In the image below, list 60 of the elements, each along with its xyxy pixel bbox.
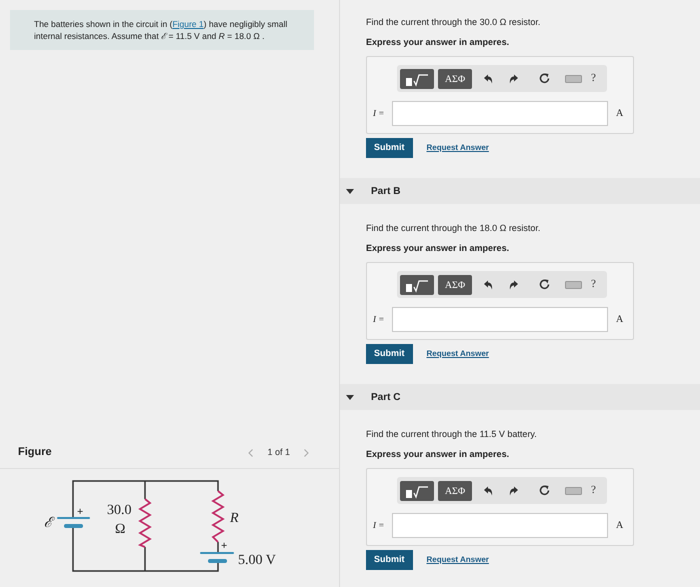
redo-icon[interactable] [509, 74, 519, 84]
resistor-label: R [230, 511, 239, 526]
template-button[interactable] [400, 480, 434, 500]
part-title: Part B [371, 184, 400, 198]
intro-text: The batteries shown in the circuit in (Figure 1) have negligibly small internal resistances. Assume that ℰ = 11.5 V and R = 18.0 Ω . [34, 18, 288, 42]
reset-icon[interactable] [539, 485, 550, 496]
figure-link[interactable]: Figure 1 [172, 19, 204, 29]
help-button[interactable]: ? [591, 276, 596, 293]
part-header[interactable]: Part C [340, 384, 700, 410]
page-counter: 1 of 1 [267, 446, 290, 459]
question-text: Find the current through the 18.0 Ω resistor. [366, 222, 542, 235]
undo-icon[interactable] [483, 74, 493, 84]
symbols-button[interactable]: ΑΣΦ [438, 274, 472, 294]
template-button[interactable] [400, 68, 434, 88]
answer-field[interactable] [392, 101, 608, 126]
redo-icon[interactable] [509, 486, 519, 496]
radical-icon [405, 484, 429, 498]
instruction-text: Express your answer in amperes. [366, 448, 510, 461]
plus-sign: + [221, 540, 228, 552]
unit-label: A [616, 107, 624, 121]
figure-title: Figure [18, 445, 52, 460]
question-text: Find the current through the 11.5 V battery. [366, 428, 538, 441]
part-header[interactable]: Part B [340, 178, 700, 204]
battery-symbol [57, 517, 90, 528]
unit-label: A [616, 313, 624, 327]
submit-button[interactable]: Submit [366, 550, 412, 570]
voltage-label: 5.00 V [238, 553, 276, 568]
variable-label: I = [373, 312, 386, 326]
request-answer-link[interactable]: Request Answer [426, 554, 489, 566]
battery-symbol [200, 552, 234, 563]
answer-field[interactable] [392, 307, 608, 332]
radical-icon [405, 72, 429, 86]
symbols-button[interactable]: ΑΣΦ [438, 480, 472, 500]
help-button[interactable]: ? [591, 70, 596, 87]
redo-icon[interactable] [509, 280, 519, 290]
undo-icon[interactable] [483, 486, 493, 496]
request-answer-link[interactable]: Request Answer [426, 348, 489, 360]
request-answer-link[interactable]: Request Answer [426, 142, 489, 154]
submit-button[interactable]: Submit [366, 344, 412, 364]
unit-label: A [616, 519, 624, 533]
plus-sign: + [77, 506, 84, 518]
resistor-unit: Ω [115, 522, 126, 537]
submit-button[interactable]: Submit [366, 138, 412, 158]
symbols-button[interactable]: ΑΣΦ [438, 68, 472, 88]
undo-icon[interactable] [483, 280, 493, 290]
variable-label: I = [373, 106, 386, 120]
part-title: Part C [371, 390, 400, 404]
resistor-symbol [138, 498, 152, 548]
instruction-text: Express your answer in amperes. [366, 242, 510, 255]
reset-icon[interactable] [539, 73, 550, 84]
resistor-symbol [211, 490, 225, 543]
reset-icon[interactable] [539, 279, 550, 290]
question-text: Find the current through the 30.0 Ω resistor. [366, 16, 542, 29]
variable-label: I = [373, 518, 386, 532]
resistor-value: 30.0 [107, 503, 132, 518]
help-button[interactable]: ? [591, 482, 596, 499]
template-button[interactable] [400, 274, 434, 294]
radical-icon [405, 278, 429, 292]
answer-field[interactable] [392, 513, 608, 538]
instruction-text: Express your answer in amperes. [366, 36, 510, 49]
